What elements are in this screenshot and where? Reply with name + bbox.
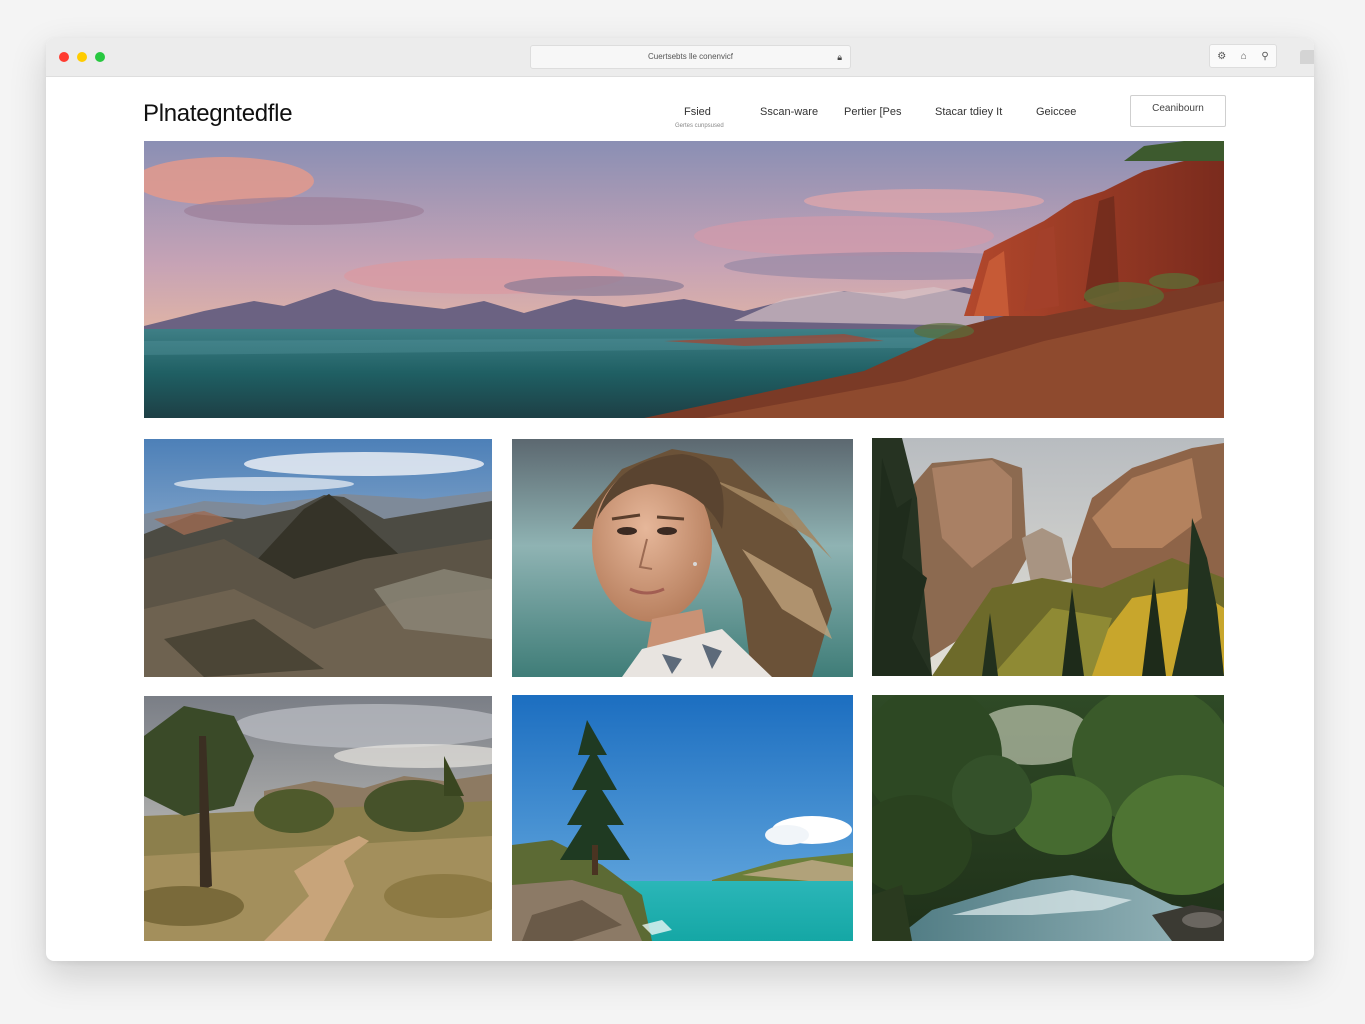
gallery-photo-3[interactable]: [872, 438, 1224, 676]
gallery-photo-5[interactable]: [512, 695, 853, 941]
maximize-window-button[interactable]: [95, 52, 105, 62]
bell-icon[interactable]: ⌂: [1241, 51, 1247, 62]
hero-photo[interactable]: [144, 141, 1224, 418]
new-tab-button[interactable]: [1300, 50, 1314, 64]
address-bar-text: Cuertsebts lle conenvicf: [648, 52, 733, 61]
nav-item-5[interactable]: Geiccee: [1036, 106, 1076, 118]
extensions-icon[interactable]: ⚙: [1217, 51, 1226, 62]
site-logo[interactable]: Plnategntedfle: [143, 100, 293, 128]
browser-window: Cuertsebts lle conenvicf 🔒︎ ⚙ ⌂ ⚲ Plnate…: [46, 38, 1314, 961]
nav-item-1[interactable]: Fsied: [684, 106, 711, 118]
gallery-photo-4[interactable]: [144, 696, 492, 941]
close-window-button[interactable]: [59, 52, 69, 62]
browser-actions: ⚙ ⌂ ⚲: [1209, 44, 1277, 68]
nav-item-1-sublabel: Gertes cunpsused: [675, 123, 724, 129]
search-icon[interactable]: ⚲: [1261, 51, 1268, 62]
address-bar[interactable]: Cuertsebts lle conenvicf 🔒︎: [530, 45, 851, 69]
gallery-photo-1[interactable]: [144, 439, 492, 677]
nav-item-3[interactable]: Pertier [Pes: [844, 106, 901, 118]
minimize-window-button[interactable]: [77, 52, 87, 62]
browser-toolbar: Cuertsebts lle conenvicf 🔒︎ ⚙ ⌂ ⚲: [46, 38, 1314, 77]
nav-item-2[interactable]: Sscan-ware: [760, 106, 818, 118]
gallery-photo-2[interactable]: [512, 439, 853, 677]
gallery-photo-6[interactable]: [872, 695, 1224, 941]
lock-icon: 🔒︎: [837, 52, 842, 62]
cta-button[interactable]: Ceanibourn: [1130, 95, 1226, 127]
nav-item-4[interactable]: Stacar tdiey It: [935, 106, 1002, 118]
